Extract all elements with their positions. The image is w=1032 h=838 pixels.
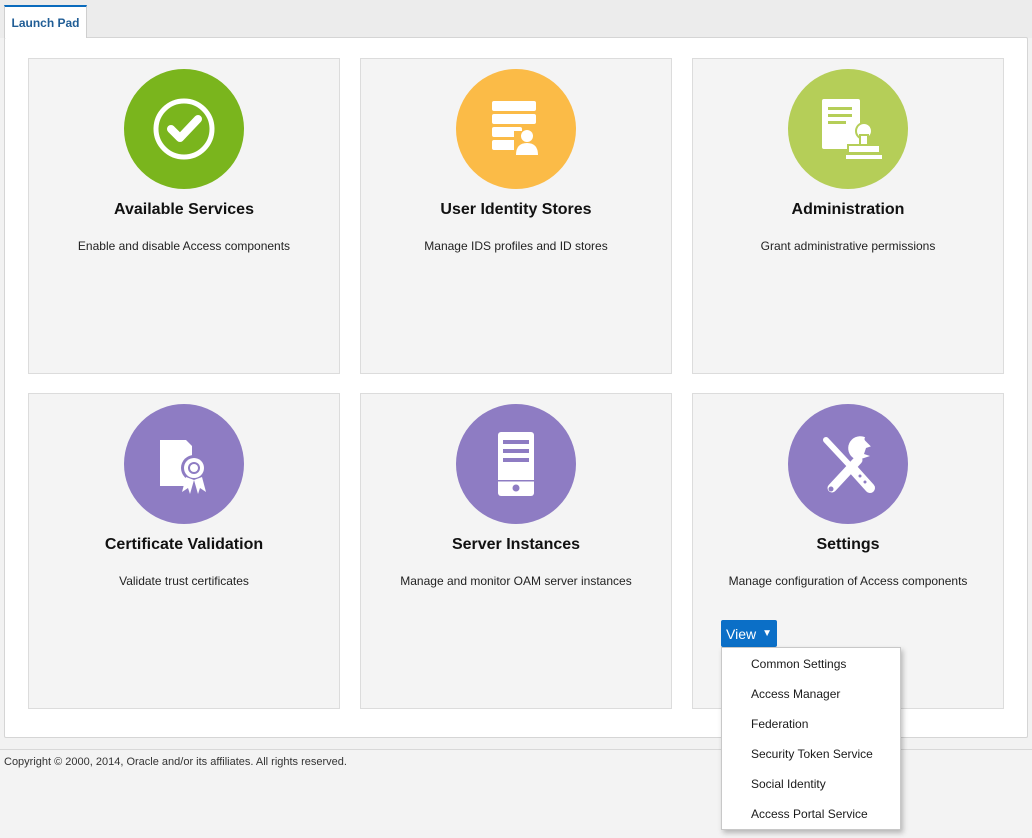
tile-title[interactable]: Administration (693, 201, 1003, 219)
menu-item-security-token-service[interactable]: Security Token Service (751, 747, 873, 761)
tile-title[interactable]: Settings (693, 536, 1003, 554)
launch-pad-panel: Available Services Enable and disable Ac… (4, 37, 1028, 738)
tile-administration[interactable]: Administration Grant administrative perm… (692, 58, 1004, 374)
tile-description: Validate trust certificates (119, 574, 249, 588)
tile-available-services[interactable]: Available Services Enable and disable Ac… (28, 58, 340, 374)
identity-store-icon (456, 69, 576, 189)
tile-description: Enable and disable Access components (77, 239, 291, 253)
settings-view-button[interactable]: View ▼ (721, 620, 777, 647)
tile-description: Grant administrative permissions (760, 239, 936, 253)
menu-item-access-portal-service[interactable]: Access Portal Service (751, 807, 868, 821)
view-button-label: View (726, 625, 757, 642)
tile-title[interactable]: Available Services (29, 201, 339, 219)
tile-description: Manage IDS profiles and ID stores (424, 239, 608, 253)
checkmark-icon (124, 69, 244, 189)
tile-title[interactable]: User Identity Stores (361, 201, 671, 219)
tile-description: Manage and monitor OAM server instances (400, 574, 632, 588)
admin-document-stamp-icon (788, 69, 908, 189)
caret-down-icon: ▼ (762, 628, 772, 639)
tile-certificate-validation[interactable]: Certificate Validation Validate trust ce… (28, 393, 340, 709)
tile-title[interactable]: Certificate Validation (29, 536, 339, 554)
tab-launch-pad[interactable]: Launch Pad (4, 5, 87, 38)
settings-view-menu: Common Settings Access Manager Federatio… (721, 647, 901, 830)
tile-title[interactable]: Server Instances (361, 536, 671, 554)
copyright-text: Copyright © 2000, 2014, Oracle and/or it… (4, 756, 347, 768)
tile-user-identity-stores[interactable]: User Identity Stores Manage IDS profiles… (360, 58, 672, 374)
certificate-icon (124, 404, 244, 524)
menu-item-access-manager[interactable]: Access Manager (751, 687, 840, 701)
menu-item-common-settings[interactable]: Common Settings (751, 657, 846, 671)
tools-icon (788, 404, 908, 524)
menu-item-social-identity[interactable]: Social Identity (751, 777, 826, 791)
server-icon (456, 404, 576, 524)
tile-server-instances[interactable]: Server Instances Manage and monitor OAM … (360, 393, 672, 709)
menu-item-federation[interactable]: Federation (751, 717, 808, 731)
tile-description: Manage configuration of Access component… (728, 574, 968, 588)
tab-bar (0, 0, 1032, 38)
